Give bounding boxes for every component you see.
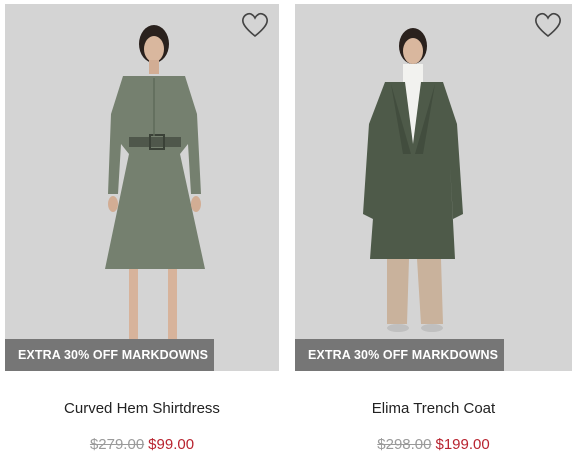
- product-name[interactable]: Curved Hem Shirtdress: [5, 400, 279, 417]
- promo-badge: EXTRA 30% OFF MARKDOWNS: [295, 339, 504, 371]
- product-image[interactable]: EXTRA 30% OFF MARKDOWNS: [5, 4, 279, 371]
- product-card[interactable]: EXTRA 30% OFF MARKDOWNS Curved Hem Shirt…: [5, 4, 279, 464]
- product-card[interactable]: EXTRA 30% OFF MARKDOWNS Elima Trench Coa…: [295, 4, 572, 464]
- product-image[interactable]: EXTRA 30% OFF MARKDOWNS: [295, 4, 572, 371]
- sale-price: $199.00: [435, 436, 490, 453]
- model-in-dress-image: [5, 4, 279, 371]
- original-price: $298.00: [377, 436, 432, 453]
- original-price: $279.00: [89, 436, 145, 453]
- product-price: $279.00 $99.00: [5, 436, 279, 453]
- product-name[interactable]: Elima Trench Coat: [295, 400, 572, 417]
- model-in-trench-coat-image: [295, 4, 572, 371]
- heart-outline-icon[interactable]: [534, 12, 562, 38]
- product-price: $298.00 $199.00: [295, 436, 572, 453]
- promo-badge: EXTRA 30% OFF MARKDOWNS: [5, 339, 214, 371]
- heart-outline-icon[interactable]: [241, 12, 269, 38]
- sale-price: $99.00: [148, 436, 195, 453]
